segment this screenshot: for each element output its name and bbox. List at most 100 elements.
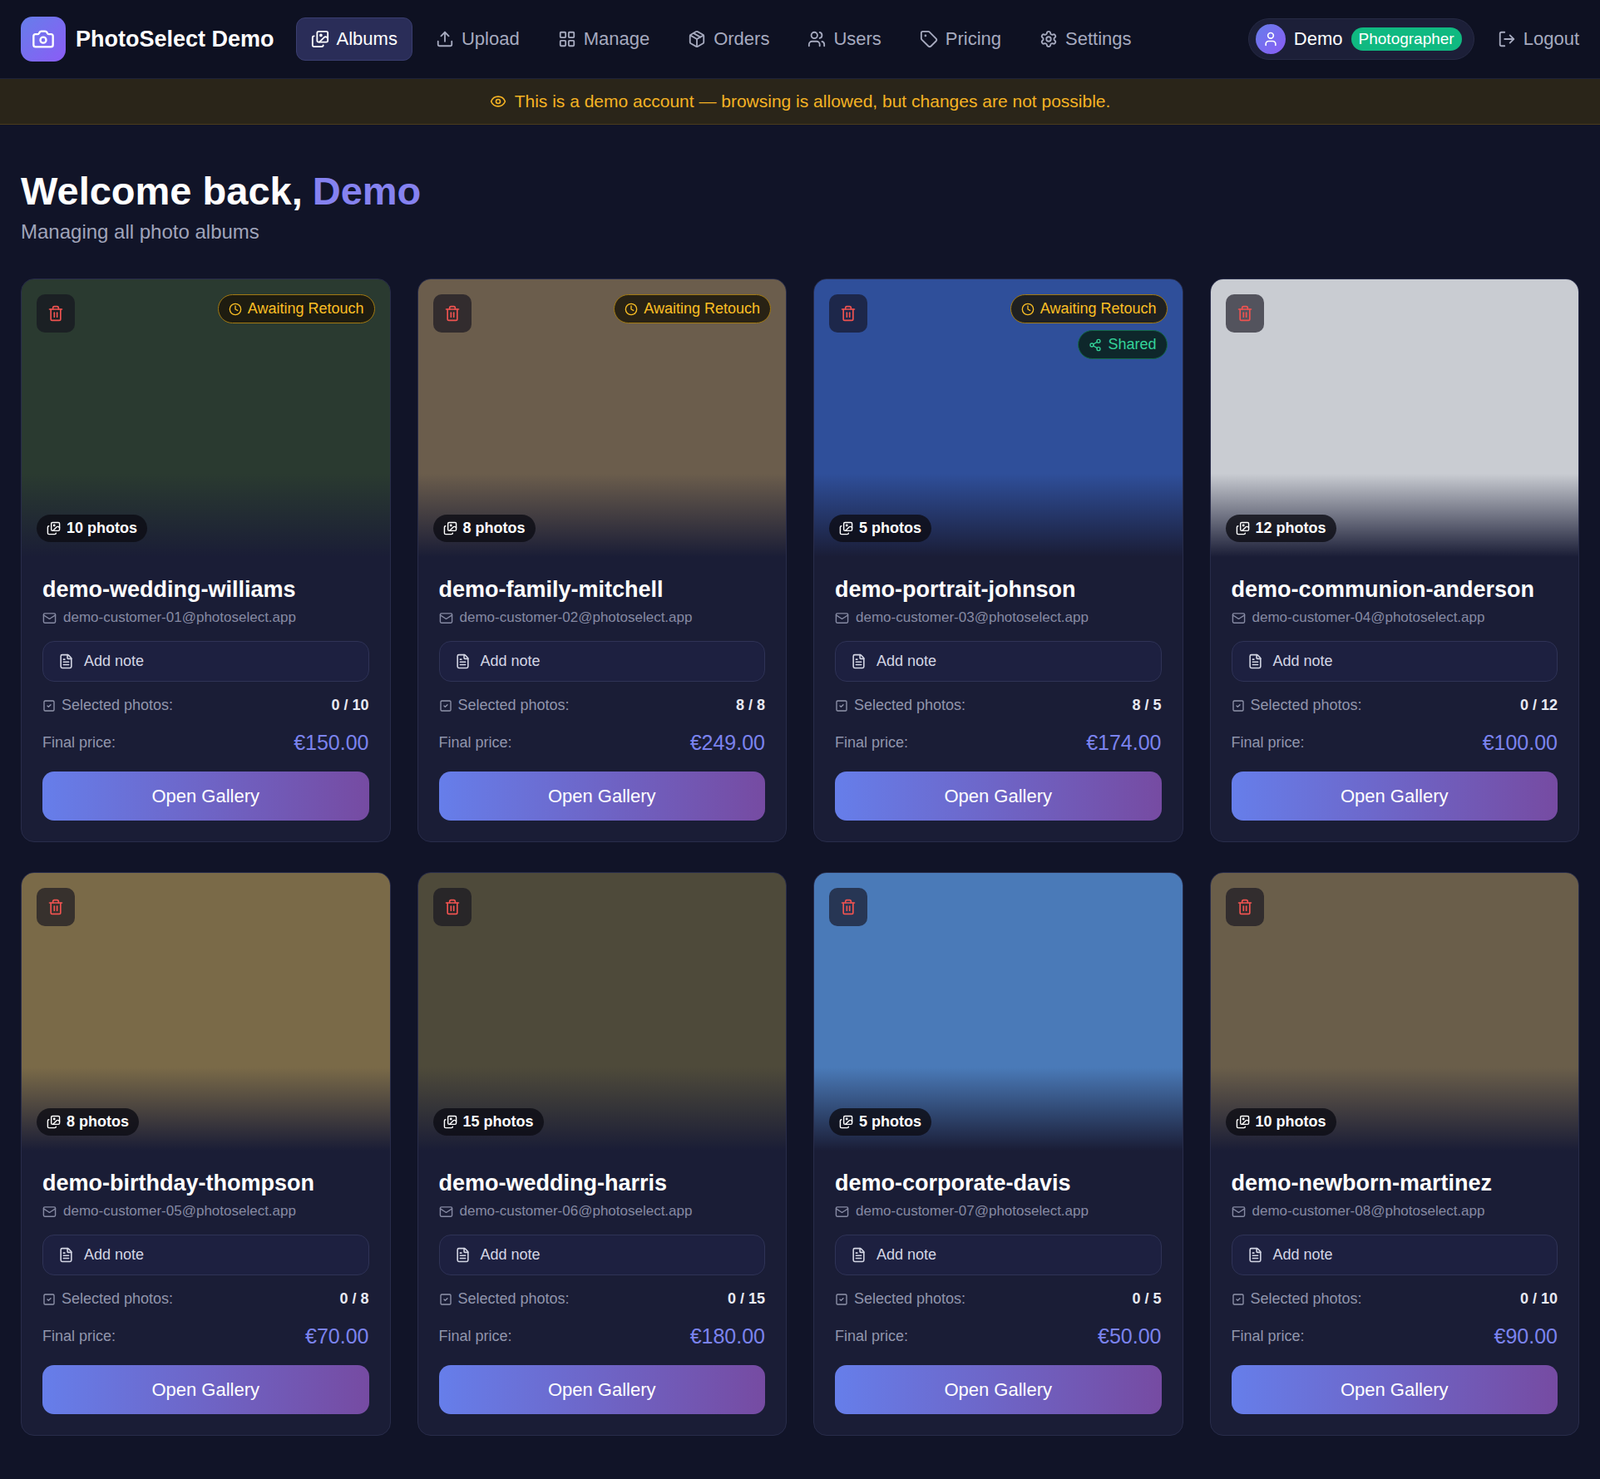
add-note-button[interactable]: Add note bbox=[1231, 641, 1559, 682]
open-gallery-button[interactable]: Open Gallery bbox=[1231, 771, 1559, 821]
price-value: €180.00 bbox=[690, 1324, 766, 1349]
card-body: demo-family-mitchelldemo-customer-02@pho… bbox=[418, 557, 787, 842]
album-card: Awaiting Retouch8 photosdemo-family-mitc… bbox=[417, 278, 788, 843]
album-cover[interactable]: Awaiting Retouch8 photos bbox=[418, 279, 787, 558]
album-cover[interactable]: 15 photos bbox=[418, 873, 787, 1151]
selection-value: 0 / 10 bbox=[1520, 1290, 1558, 1309]
images-icon bbox=[443, 521, 458, 536]
check-icon bbox=[439, 699, 453, 713]
note-icon bbox=[58, 1247, 75, 1264]
price-row: Final price:€150.00 bbox=[42, 730, 370, 756]
album-name: demo-portrait-johnson bbox=[834, 577, 1162, 603]
album-name: demo-birthday-thompson bbox=[42, 1170, 370, 1197]
album-name: demo-wedding-williams bbox=[42, 577, 370, 603]
mail-icon bbox=[42, 611, 57, 626]
price-value: €70.00 bbox=[305, 1324, 369, 1349]
images-icon bbox=[46, 1115, 61, 1130]
add-note-button[interactable]: Add note bbox=[1231, 1234, 1559, 1276]
check-icon bbox=[42, 1293, 56, 1307]
customer-email: demo-customer-05@photoselect.app bbox=[42, 1203, 370, 1220]
add-note-button[interactable]: Add note bbox=[834, 1234, 1162, 1276]
selection-row: Selected photos:0 / 10 bbox=[1231, 1290, 1559, 1309]
delete-button[interactable] bbox=[829, 888, 868, 927]
mail-icon bbox=[42, 1204, 57, 1220]
album-cover[interactable]: Awaiting RetouchShared5 photos bbox=[814, 279, 1183, 558]
price-value: €174.00 bbox=[1086, 730, 1161, 756]
brand[interactable]: PhotoSelect Demo bbox=[20, 16, 275, 62]
logout-button[interactable]: Logout bbox=[1497, 28, 1580, 50]
user-menu[interactable]: DemoPhotographer bbox=[1248, 18, 1475, 60]
images-icon bbox=[46, 521, 61, 536]
open-gallery-button[interactable]: Open Gallery bbox=[834, 1365, 1162, 1415]
selection-value: 0 / 10 bbox=[330, 696, 369, 715]
open-gallery-button[interactable]: Open Gallery bbox=[439, 1365, 766, 1415]
mail-icon bbox=[439, 1204, 454, 1220]
price-value: €150.00 bbox=[293, 730, 369, 756]
photo-count: 15 photos bbox=[433, 1108, 544, 1136]
card-body: demo-newborn-martinezdemo-customer-08@ph… bbox=[1210, 1150, 1580, 1436]
delete-button[interactable] bbox=[433, 294, 472, 333]
album-cover[interactable]: 12 photos bbox=[1210, 279, 1580, 558]
eye-icon bbox=[489, 93, 507, 110]
nav-item[interactable]: Users bbox=[792, 17, 896, 61]
album-card: 12 photos demo-communion-anderson demo-cus… bbox=[1209, 278, 1581, 843]
album-name: demo-communion-anderson bbox=[1231, 577, 1559, 603]
nav-item[interactable]: Upload bbox=[420, 17, 535, 61]
badge-stack: Awaiting Retouch bbox=[217, 294, 376, 324]
album-card: 5 photosdemo-corporate-davisdemo-custome… bbox=[813, 872, 1184, 1437]
album-cover[interactable]: 8 photos bbox=[21, 873, 391, 1151]
open-gallery-button[interactable]: Open Gallery bbox=[834, 771, 1162, 821]
nav-item-icon bbox=[807, 29, 826, 49]
avatar bbox=[1255, 24, 1286, 55]
add-note-button[interactable]: Add note bbox=[42, 641, 370, 682]
selection-row: Selected photos:8 / 8 bbox=[439, 696, 766, 715]
delete-button[interactable] bbox=[829, 294, 868, 333]
selection-row: Selected photos:8 / 5 bbox=[834, 696, 1162, 715]
nav-item[interactable]: Orders bbox=[672, 17, 785, 61]
price-row: Final price:€70.00 bbox=[42, 1324, 370, 1349]
add-note-button[interactable]: Add note bbox=[439, 641, 766, 682]
images-icon bbox=[839, 1115, 854, 1130]
delete-button[interactable] bbox=[1225, 294, 1265, 333]
logo bbox=[20, 16, 66, 62]
photo-count: 10 photos bbox=[1225, 1108, 1337, 1136]
check-icon bbox=[1231, 699, 1245, 713]
nav-item[interactable]: Albums bbox=[296, 17, 413, 61]
album-cover[interactable]: 10 photos bbox=[1210, 873, 1580, 1151]
price-row: Final price:€174.00 bbox=[834, 730, 1162, 756]
role-badge: Photographer bbox=[1351, 27, 1462, 51]
customer-email: demo-customer-04@photoselect.app bbox=[1231, 609, 1559, 627]
customer-email: demo-customer-03@photoselect.app bbox=[834, 609, 1162, 627]
images-icon bbox=[443, 1115, 458, 1130]
note-icon bbox=[1247, 653, 1264, 670]
mail-icon bbox=[1231, 611, 1246, 626]
photo-count: 5 photos bbox=[829, 514, 932, 543]
album-name: demo-newborn-martinez bbox=[1231, 1170, 1559, 1197]
add-note-button[interactable]: Add note bbox=[439, 1234, 766, 1276]
album-cover[interactable]: 5 photos bbox=[814, 873, 1183, 1151]
delete-button[interactable] bbox=[36, 294, 75, 333]
open-gallery-button[interactable]: Open Gallery bbox=[42, 771, 370, 821]
album-name: demo-family-mitchell bbox=[439, 577, 766, 603]
open-gallery-button[interactable]: Open Gallery bbox=[1231, 1365, 1559, 1415]
open-gallery-button[interactable]: Open Gallery bbox=[42, 1365, 370, 1415]
add-note-button[interactable]: Add note bbox=[42, 1234, 370, 1276]
album-cover[interactable]: Awaiting Retouch10 photos bbox=[21, 279, 391, 558]
demo-banner: This is a demo account — browsing is all… bbox=[0, 79, 1600, 125]
nav-item-icon bbox=[919, 29, 939, 49]
delete-button[interactable] bbox=[433, 888, 472, 927]
trash-icon bbox=[1236, 305, 1254, 322]
delete-button[interactable] bbox=[1225, 888, 1265, 927]
open-gallery-button[interactable]: Open Gallery bbox=[439, 771, 766, 821]
camera-icon bbox=[31, 27, 55, 51]
share-icon bbox=[1088, 338, 1102, 352]
nav-item[interactable]: Pricing bbox=[904, 17, 1017, 61]
album-grid: Awaiting Retouch10 photosdemo-wedding-wi… bbox=[20, 278, 1580, 1437]
mail-icon bbox=[439, 611, 454, 626]
brand-title: PhotoSelect Demo bbox=[75, 26, 275, 53]
nav-item[interactable]: Manage bbox=[543, 17, 666, 61]
selection-row: Selected photos:0 / 8 bbox=[42, 1290, 370, 1309]
add-note-button[interactable]: Add note bbox=[834, 641, 1162, 682]
delete-button[interactable] bbox=[36, 888, 75, 927]
nav-item[interactable]: Settings bbox=[1024, 17, 1147, 61]
